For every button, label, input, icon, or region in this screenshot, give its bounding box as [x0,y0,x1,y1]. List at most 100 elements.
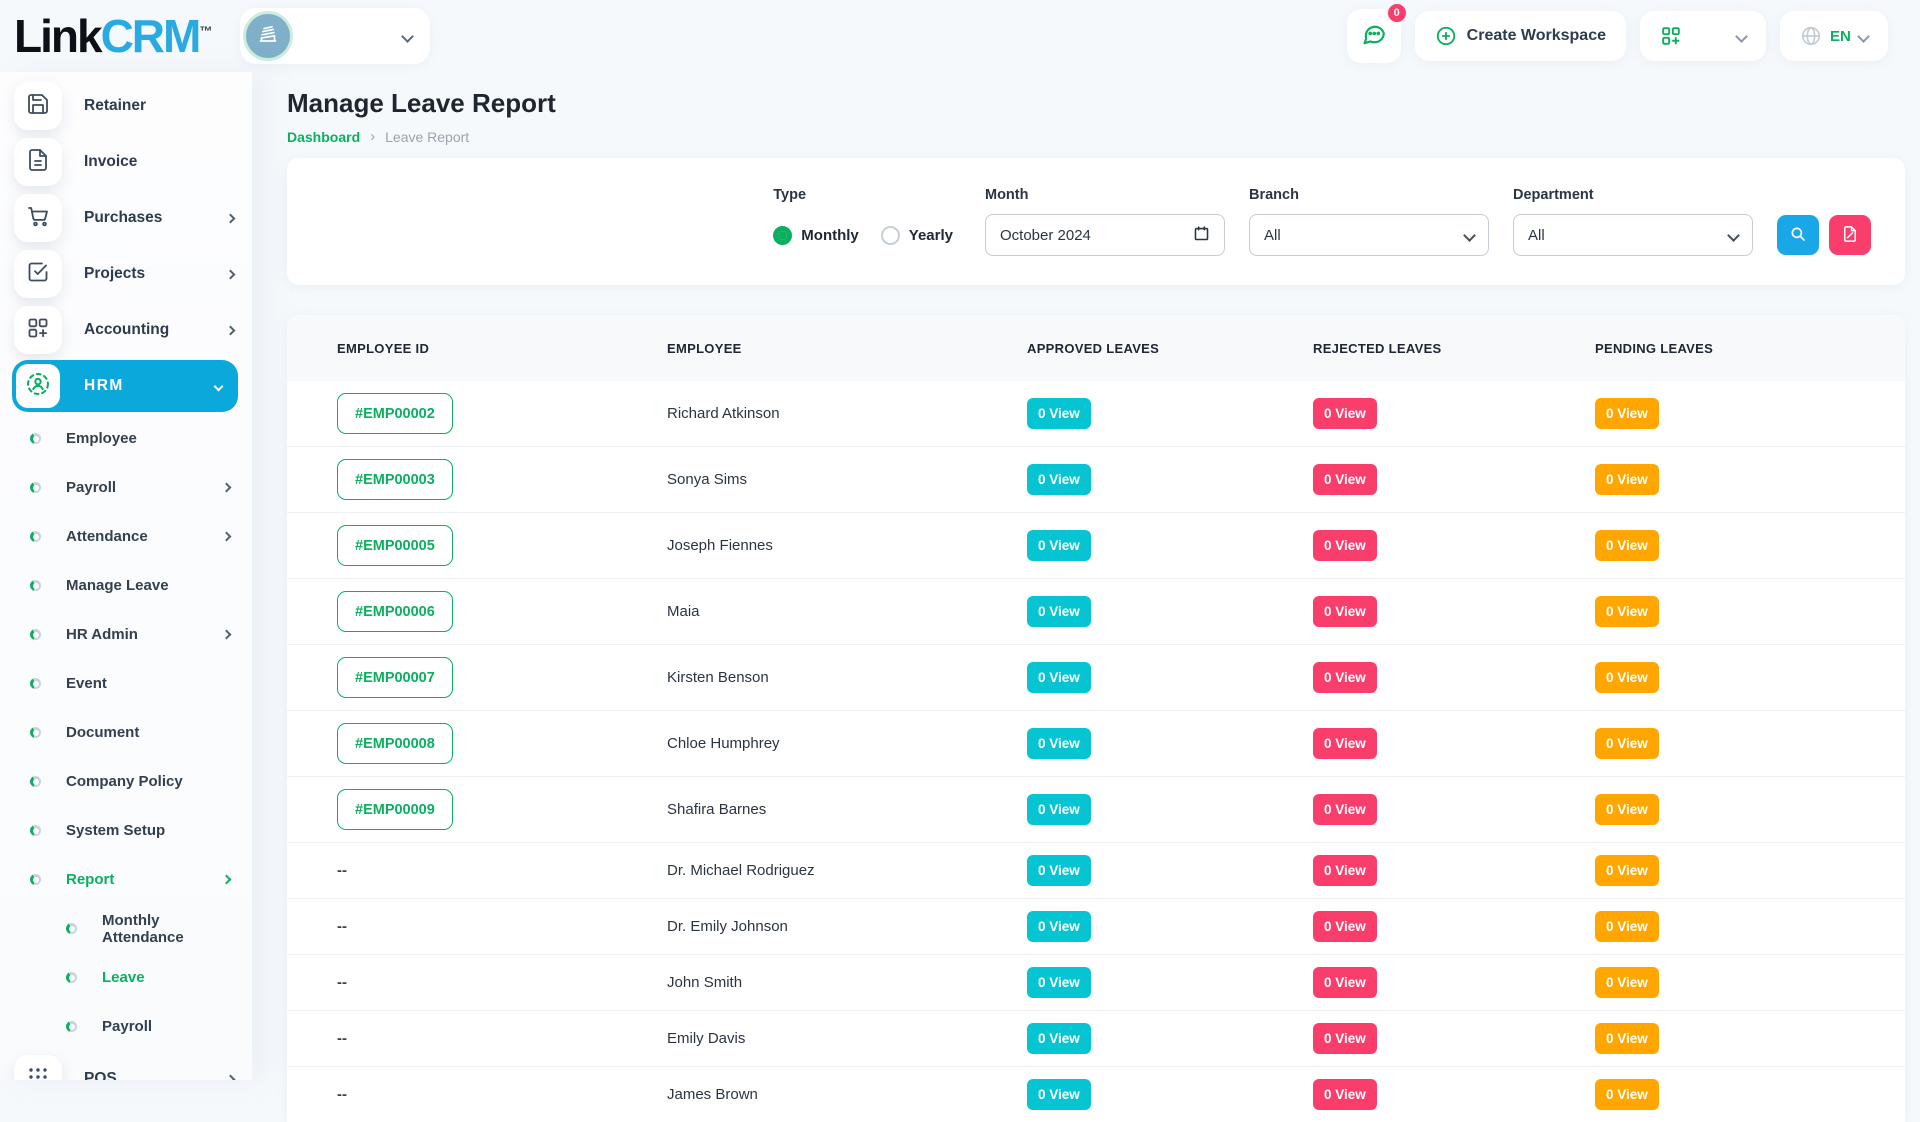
rejected-leaves-badge[interactable]: 0 View [1313,662,1377,693]
sidebar-item-system-setup[interactable]: System Setup [0,806,252,855]
bullet-icon [30,433,41,444]
branch-select[interactable]: All [1249,214,1489,256]
employee-id-button[interactable]: #EMP00005 [337,525,453,566]
language-dropdown[interactable]: EN [1780,11,1888,61]
employee-id-button[interactable]: #EMP00006 [337,591,453,632]
filter-panel: Type Monthly Yearly Month October 2024 B… [287,158,1905,285]
col-approved-leaves: APPROVED LEAVES [1027,340,1160,356]
sidebar-item-company-policy[interactable]: Company Policy [0,757,252,806]
sidebar-item-projects[interactable]: Projects [0,246,252,302]
chevron-right-icon [225,269,236,279]
approved-leaves-badge[interactable]: 0 View [1027,911,1091,942]
bullet-icon [66,923,77,934]
rejected-leaves-badge[interactable]: 0 View [1313,530,1377,561]
employee-name: John Smith [667,974,743,991]
table-row: #EMP00008 Chloe Humphrey 0 View 0 View 0… [287,710,1905,776]
approved-leaves-badge[interactable]: 0 View [1027,464,1091,495]
sidebar-item-hrm[interactable]: HRM [12,360,238,412]
sidebar-item-attendance[interactable]: Attendance [0,512,252,561]
sidebar-item-payroll[interactable]: Payroll [0,1002,252,1051]
chat-button[interactable]: 0 [1346,2,1408,63]
pending-leaves-badge[interactable]: 0 View [1595,728,1659,759]
pending-leaves-badge[interactable]: 0 View [1595,855,1659,886]
pending-leaves-badge[interactable]: 0 View [1595,1079,1659,1110]
employee-name: Maia [667,603,700,620]
sidebar-item-payroll[interactable]: Payroll [0,463,252,512]
pending-leaves-badge[interactable]: 0 View [1595,662,1659,693]
sidebar-item-monthly-attendance[interactable]: Monthly Attendance [0,904,252,953]
rejected-leaves-badge[interactable]: 0 View [1313,1079,1377,1110]
table-row: #EMP00005 Joseph Fiennes 0 View 0 View 0… [287,512,1905,578]
pending-leaves-badge[interactable]: 0 View [1595,530,1659,561]
workspace-selector[interactable] [240,8,431,64]
radio-yearly[interactable]: Yearly [880,225,953,245]
sidebar-item-employee[interactable]: Employee [0,414,252,463]
rejected-leaves-badge[interactable]: 0 View [1313,794,1377,825]
employee-id-button[interactable]: #EMP00008 [337,723,453,764]
sidebar-item-hr-admin[interactable]: HR Admin [0,610,252,659]
approved-leaves-badge[interactable]: 0 View [1027,794,1091,825]
employee-id-button[interactable]: #EMP00002 [337,393,453,434]
sidebar-item-manage-leave[interactable]: Manage Leave [0,561,252,610]
radio-monthly[interactable]: Monthly [773,225,859,245]
bullet-icon [66,972,77,983]
rejected-leaves-badge[interactable]: 0 View [1313,464,1377,495]
rejected-leaves-badge[interactable]: 0 View [1313,596,1377,627]
approved-leaves-badge[interactable]: 0 View [1027,596,1091,627]
pending-leaves-badge[interactable]: 0 View [1595,464,1659,495]
save-icon [26,92,50,121]
pending-leaves-badge[interactable]: 0 View [1595,398,1659,429]
table-row: #EMP00007 Kirsten Benson 0 View 0 View 0… [287,644,1905,710]
pending-leaves-badge[interactable]: 0 View [1595,794,1659,825]
employee-name: Dr. Michael Rodriguez [667,862,815,879]
grid-dots-icon [26,1065,50,1081]
employee-id-empty: -- [337,918,347,935]
breadcrumb-dashboard-link[interactable]: Dashboard [287,129,360,145]
employee-id-button[interactable]: #EMP00007 [337,657,453,698]
sidebar-item-accounting[interactable]: Accounting [0,302,252,358]
rejected-leaves-badge[interactable]: 0 View [1313,1023,1377,1054]
sidebar-item-event[interactable]: Event [0,659,252,708]
sidebar-item-report[interactable]: Report [0,855,252,904]
sidebar-item-document[interactable]: Document [0,708,252,757]
employee-name: Richard Atkinson [667,405,780,422]
sidebar-nav: Retainer Invoice Purchases Projects Acco… [0,72,252,1080]
department-select[interactable]: All [1513,214,1753,256]
check-square-icon [26,260,50,289]
chat-icon [1361,21,1387,52]
breadcrumb-current: Leave Report [385,128,470,145]
approved-leaves-badge[interactable]: 0 View [1027,1079,1091,1110]
apps-dropdown[interactable] [1640,11,1766,61]
pending-leaves-badge[interactable]: 0 View [1595,967,1659,998]
sidebar-item-purchases[interactable]: Purchases [0,190,252,246]
employee-id-button[interactable]: #EMP00009 [337,789,453,830]
rejected-leaves-badge[interactable]: 0 View [1313,967,1377,998]
create-workspace-button[interactable]: Create Workspace [1414,11,1626,61]
approved-leaves-badge[interactable]: 0 View [1027,1023,1091,1054]
approved-leaves-badge[interactable]: 0 View [1027,398,1091,429]
sidebar-item-pos[interactable]: POS [0,1051,252,1080]
approved-leaves-badge[interactable]: 0 View [1027,967,1091,998]
rejected-leaves-badge[interactable]: 0 View [1313,728,1377,759]
approved-leaves-badge[interactable]: 0 View [1027,662,1091,693]
sidebar-item-retainer[interactable]: Retainer [0,78,252,134]
rejected-leaves-badge[interactable]: 0 View [1313,855,1377,886]
chevron-right-icon [221,482,232,493]
pending-leaves-badge[interactable]: 0 View [1595,911,1659,942]
sidebar-item-invoice[interactable]: Invoice [0,134,252,190]
employee-id-button[interactable]: #EMP00003 [337,459,453,500]
table-row: -- John Smith 0 View 0 View 0 View [287,954,1905,1010]
month-input[interactable]: October 2024 [985,214,1225,256]
approved-leaves-badge[interactable]: 0 View [1027,728,1091,759]
pending-leaves-badge[interactable]: 0 View [1595,1023,1659,1054]
col-rejected-leaves: REJECTED LEAVES [1313,340,1442,356]
app-logo[interactable]: LinkCRM™ [14,13,212,59]
search-button[interactable] [1777,215,1819,255]
rejected-leaves-badge[interactable]: 0 View [1313,911,1377,942]
approved-leaves-badge[interactable]: 0 View [1027,855,1091,886]
sidebar-item-leave[interactable]: Leave [0,953,252,1002]
rejected-leaves-badge[interactable]: 0 View [1313,398,1377,429]
approved-leaves-badge[interactable]: 0 View [1027,530,1091,561]
pending-leaves-badge[interactable]: 0 View [1595,596,1659,627]
reset-button[interactable] [1829,215,1871,255]
